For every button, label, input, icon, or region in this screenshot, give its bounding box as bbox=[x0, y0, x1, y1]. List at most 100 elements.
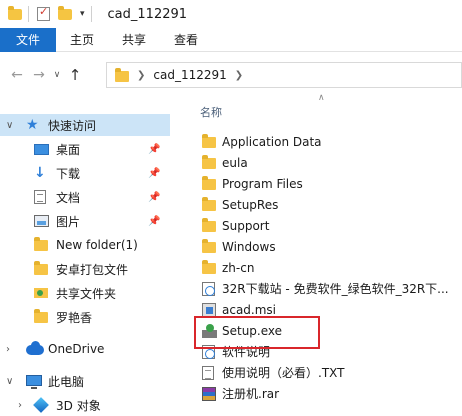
tab-file[interactable]: 文件 bbox=[0, 28, 57, 52]
sidebar-item-label: New folder(1) bbox=[56, 238, 138, 252]
customize-quick-access-chevron-icon[interactable]: ▾ bbox=[80, 9, 85, 19]
sidebar-item-pictures[interactable]: 图片 📌 bbox=[0, 210, 170, 232]
folder-icon bbox=[115, 67, 129, 82]
archive-icon bbox=[202, 387, 216, 401]
file-name: SetupRes bbox=[222, 197, 279, 212]
file-name: eula bbox=[222, 155, 248, 170]
tab-share[interactable]: 共享 bbox=[108, 28, 160, 52]
recent-locations-chevron-icon[interactable]: ∨ bbox=[50, 70, 64, 80]
cloud-icon bbox=[26, 341, 44, 355]
file-row[interactable]: Application Data bbox=[200, 131, 462, 152]
file-row[interactable]: Program Files bbox=[200, 173, 462, 194]
sidebar-item-label: 此电脑 bbox=[48, 374, 85, 389]
file-name: 32R下载站 - 免费软件_绿色软件_32R下... bbox=[222, 282, 449, 296]
web-shortcut-icon bbox=[202, 282, 215, 296]
column-header-name[interactable]: 名称 bbox=[200, 104, 222, 120]
folder-icon bbox=[202, 260, 216, 274]
sidebar-item-3d-objects[interactable]: › 3D 对象 bbox=[0, 394, 170, 416]
file-name: zh-cn bbox=[222, 260, 255, 275]
sidebar-item-label: 下载 bbox=[56, 166, 81, 181]
file-name: 使用说明（必看）.TXT bbox=[222, 366, 345, 380]
text-file-icon bbox=[202, 366, 214, 380]
folder-icon bbox=[202, 197, 216, 211]
sidebar-item-user-folder[interactable]: 罗艳香 bbox=[0, 306, 170, 328]
file-name: acad.msi bbox=[222, 302, 277, 317]
folder-icon bbox=[202, 176, 216, 190]
folder-icon bbox=[34, 309, 48, 323]
navigation-bar: ← → ∨ ↑ ❯ cad_112291 ❯ bbox=[0, 58, 462, 92]
sidebar-item-this-pc[interactable]: ∨ 此电脑 bbox=[0, 370, 170, 392]
pin-icon[interactable]: 📌 bbox=[148, 144, 160, 155]
sidebar-item-label: 文档 bbox=[56, 190, 81, 205]
sidebar-item-new-folder[interactable]: New folder(1) bbox=[0, 234, 170, 256]
sidebar-item-label: 图片 bbox=[56, 214, 81, 229]
expand-chevron-icon[interactable]: ∨ bbox=[6, 376, 13, 387]
toolbar-divider bbox=[90, 6, 92, 22]
folder-icon bbox=[202, 155, 216, 169]
file-name: Program Files bbox=[222, 176, 303, 191]
sidebar-item-label: OneDrive bbox=[48, 342, 105, 356]
folder-icon bbox=[202, 239, 216, 253]
picture-icon bbox=[34, 215, 49, 227]
expand-chevron-icon[interactable]: › bbox=[6, 344, 10, 355]
sidebar-item-downloads[interactable]: ↓ 下载 📌 bbox=[0, 162, 170, 184]
up-arrow-icon[interactable]: ↑ bbox=[64, 66, 86, 84]
tab-home[interactable]: 主页 bbox=[56, 28, 108, 52]
sidebar-item-documents[interactable]: 文档 📌 bbox=[0, 186, 170, 208]
sidebar-item-desktop[interactable]: 桌面 📌 bbox=[0, 138, 170, 160]
breadcrumb-chevron-icon[interactable]: ❯ bbox=[137, 70, 145, 81]
sidebar-item-android-package[interactable]: 安卓打包文件 bbox=[0, 258, 170, 280]
navigation-pane: ∨ ★ 快速访问 桌面 📌 ↓ 下载 📌 文档 📌 图片 📌 New folde… bbox=[0, 110, 170, 416]
file-row[interactable]: 使用说明（必看）.TXT bbox=[200, 362, 462, 383]
file-row[interactable]: zh-cn bbox=[200, 257, 462, 278]
file-name: Support bbox=[222, 218, 270, 233]
toolbar-divider bbox=[28, 6, 29, 22]
pin-icon[interactable]: 📌 bbox=[148, 192, 160, 203]
sidebar-item-label: 快速访问 bbox=[48, 118, 97, 133]
ribbon-tabs: 文件 主页 共享 查看 bbox=[0, 28, 462, 52]
file-row[interactable]: 注册机.rar bbox=[200, 383, 462, 404]
sidebar-item-onedrive[interactable]: › OneDrive bbox=[0, 338, 170, 360]
3d-objects-icon bbox=[33, 397, 49, 413]
sidebar-item-label: 罗艳香 bbox=[56, 310, 93, 325]
breadcrumb-current-folder[interactable]: cad_112291 bbox=[153, 68, 226, 82]
forward-arrow-icon[interactable]: → bbox=[28, 67, 50, 83]
expand-chevron-icon[interactable]: › bbox=[18, 400, 22, 411]
pin-icon[interactable]: 📌 bbox=[148, 216, 160, 227]
sidebar-item-label: 桌面 bbox=[56, 142, 81, 157]
sidebar-item-label: 安卓打包文件 bbox=[56, 262, 129, 277]
file-row[interactable]: Support bbox=[200, 215, 462, 236]
sidebar-item-quick-access[interactable]: ∨ ★ 快速访问 bbox=[0, 114, 170, 136]
highlight-box bbox=[194, 316, 320, 349]
tab-view[interactable]: 查看 bbox=[160, 28, 212, 52]
pin-icon[interactable]: 📌 bbox=[148, 168, 160, 179]
file-row[interactable]: SetupRes bbox=[200, 194, 462, 215]
installer-package-icon bbox=[202, 303, 216, 317]
sidebar-item-label: 共享文件夹 bbox=[56, 286, 117, 301]
properties-icon[interactable] bbox=[37, 5, 50, 21]
file-row[interactable]: eula bbox=[200, 152, 462, 173]
sidebar-item-shared-folder[interactable]: 共享文件夹 bbox=[0, 282, 170, 304]
folder-icon bbox=[34, 237, 48, 251]
sidebar-item-label: 3D 对象 bbox=[56, 398, 101, 413]
folder-icon bbox=[34, 261, 48, 275]
back-arrow-icon[interactable]: ← bbox=[6, 67, 28, 83]
desktop-icon bbox=[34, 144, 49, 155]
folder-icon bbox=[202, 218, 216, 232]
folder-icon bbox=[202, 134, 216, 148]
shared-folder-icon bbox=[34, 286, 48, 300]
star-icon: ★ bbox=[26, 117, 39, 133]
sort-ascending-icon: ∧ bbox=[318, 93, 325, 103]
file-name: Windows bbox=[222, 239, 276, 254]
expand-chevron-icon[interactable]: ∨ bbox=[6, 120, 13, 131]
breadcrumb-chevron-icon[interactable]: ❯ bbox=[235, 70, 243, 81]
new-folder-icon[interactable] bbox=[58, 5, 72, 20]
file-name: Application Data bbox=[222, 134, 322, 149]
download-icon: ↓ bbox=[34, 165, 46, 181]
file-row[interactable]: 32R下载站 - 免费软件_绿色软件_32R下... bbox=[200, 278, 462, 299]
folder-icon[interactable] bbox=[8, 5, 22, 20]
address-bar[interactable]: ❯ cad_112291 ❯ bbox=[106, 62, 462, 88]
computer-icon bbox=[26, 375, 42, 389]
document-icon bbox=[34, 190, 46, 204]
file-row[interactable]: Windows bbox=[200, 236, 462, 257]
